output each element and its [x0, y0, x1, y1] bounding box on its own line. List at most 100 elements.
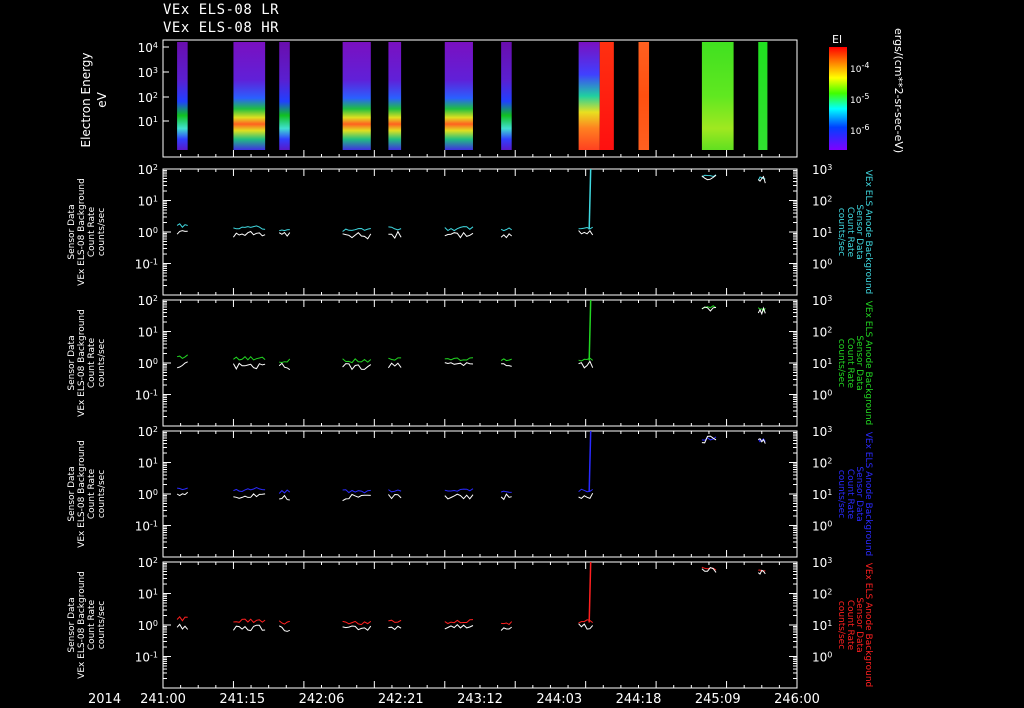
white-series-line — [233, 493, 266, 499]
white-series-line — [444, 362, 474, 367]
panel-left-label: Sensor Data — [67, 466, 77, 521]
right-ytick-label: 100 — [812, 388, 832, 403]
white-series-line — [388, 230, 402, 240]
right-ytick-label: 101 — [812, 226, 832, 241]
left-ytick-label: 101 — [138, 194, 158, 209]
panel-right-label: counts/sec — [836, 208, 846, 256]
panel-left-label: Sensor Data — [67, 597, 77, 652]
right-ytick-label: 103 — [812, 425, 832, 440]
data-series-line — [342, 227, 371, 232]
spectrogram-segment — [578, 42, 600, 150]
data-series-line — [176, 354, 189, 360]
data-series-line — [388, 619, 402, 623]
white-series-line — [342, 493, 371, 502]
right-ytick-label: 100 — [812, 257, 832, 272]
left-ytick-label: 102 — [138, 556, 158, 571]
panel-left-label: VEx ELS-08 Background — [77, 309, 87, 417]
spectrogram-ylabel: Electron Energy — [79, 52, 93, 147]
right-ytick-label: 100 — [812, 519, 832, 534]
data-series-line — [444, 357, 474, 362]
left-ytick-label: 102 — [138, 425, 158, 440]
panel-frame — [162, 430, 798, 558]
left-ytick-label: 101 — [138, 587, 158, 602]
panel-left-label: VEx ELS-08 Background — [77, 571, 87, 679]
data-spike-line — [588, 168, 592, 230]
data-series-line — [578, 488, 593, 493]
right-ytick-label: 100 — [812, 650, 832, 665]
panel-left-label: Count Rate — [87, 206, 97, 257]
white-series-line — [578, 360, 594, 369]
x-tick-label: 243:12 — [457, 692, 503, 707]
x-tick-label: 241:00 — [140, 692, 186, 707]
panel-right-label: counts/sec — [836, 470, 846, 518]
panel-left-label: Count Rate — [87, 468, 97, 519]
panel-left-label: counts/sec — [97, 470, 107, 518]
left-ytick-label: 10-1 — [135, 519, 158, 534]
data-series-line — [233, 487, 266, 493]
spectrogram-segment — [758, 42, 768, 150]
spectrogram-ytick-label: 104 — [138, 41, 158, 56]
white-series-line — [578, 492, 594, 500]
x-tick-label: 244:03 — [536, 692, 582, 707]
data-spike-line — [588, 430, 592, 492]
white-series-line — [278, 362, 291, 371]
data-series-line — [500, 227, 512, 232]
x-tick-label: 242:21 — [378, 692, 424, 707]
colorbar-tick-label: 10-4 — [850, 61, 869, 76]
data-series-line — [444, 226, 474, 232]
panel-left-label: Sensor Data — [67, 335, 77, 390]
panel-left-label: VEx ELS-08 Background — [77, 440, 87, 548]
white-series-line — [500, 493, 512, 501]
x-tick-label: 245:09 — [695, 692, 741, 707]
left-ytick-label: 100 — [138, 488, 158, 503]
left-ytick-label: 10-1 — [135, 257, 158, 272]
white-series-line — [176, 230, 188, 235]
data-series-line — [176, 616, 188, 622]
right-ytick-label: 102 — [812, 456, 832, 471]
panel-right-label: counts/sec — [836, 601, 846, 649]
data-series-line — [388, 489, 402, 493]
left-ytick-label: 100 — [138, 357, 158, 372]
data-series-line — [342, 489, 371, 494]
spectrogram-segment — [177, 42, 188, 150]
panel-left-label: counts/sec — [97, 601, 107, 649]
right-ytick-label: 103 — [812, 163, 832, 178]
left-ytick-label: 100 — [138, 619, 158, 634]
year-label: 2014 — [88, 692, 121, 707]
white-series-line — [444, 231, 474, 239]
panel-left-label: VEx ELS-08 Background — [77, 178, 87, 286]
data-series-line — [233, 355, 266, 361]
spectrogram-segment — [342, 42, 371, 150]
data-series-line — [342, 620, 372, 626]
data-series-line — [578, 226, 593, 230]
left-ytick-label: 10-1 — [135, 650, 158, 665]
data-series-line — [501, 621, 513, 626]
left-ytick-label: 101 — [138, 456, 158, 471]
left-ytick-label: 101 — [138, 325, 158, 340]
spectrogram-segment — [638, 42, 650, 150]
white-series-line — [278, 625, 290, 632]
panel-frame — [162, 299, 798, 427]
x-tick-label: 241:15 — [219, 692, 265, 707]
data-series-line — [233, 225, 266, 230]
data-series-line — [444, 488, 474, 492]
white-series-line — [387, 362, 402, 369]
left-ytick-label: 100 — [138, 226, 158, 241]
white-series-line — [232, 624, 266, 632]
left-ytick-label: 10-1 — [135, 388, 158, 403]
right-ytick-label: 103 — [812, 294, 832, 309]
data-series-line — [500, 358, 512, 362]
white-series-line — [342, 363, 372, 371]
panel-left-label: counts/sec — [97, 208, 107, 256]
colorbar-title: El — [832, 33, 842, 46]
white-series-line — [278, 231, 291, 237]
spectrogram-ylabel: eV — [95, 91, 109, 107]
white-series-line — [232, 362, 266, 370]
panel-right-label: counts/sec — [836, 339, 846, 387]
data-series-line — [578, 357, 594, 362]
white-series-line — [342, 625, 372, 631]
white-series-line — [444, 623, 474, 630]
spectrogram-segment — [701, 42, 734, 150]
spectrogram-ytick-label: 101 — [138, 115, 158, 130]
colorbar-tick-label: 10-6 — [850, 123, 869, 138]
